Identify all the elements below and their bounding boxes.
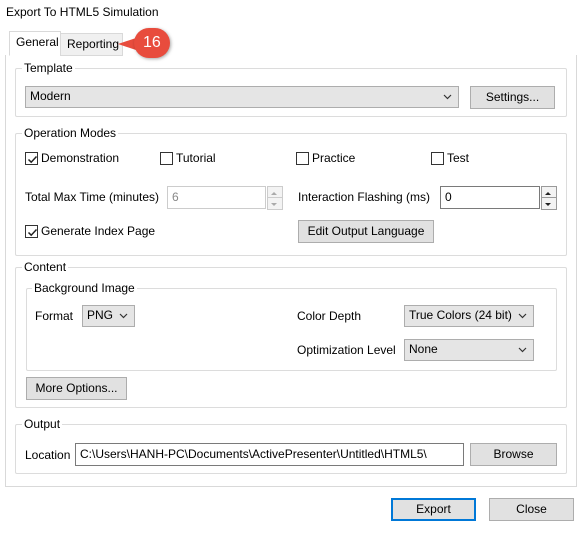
tab-reporting[interactable]: Reporting	[60, 33, 123, 56]
demonstration-label[interactable]: Demonstration	[41, 151, 119, 165]
generate-index-checkbox[interactable]	[25, 225, 38, 238]
format-select[interactable]: PNG	[82, 305, 135, 327]
output-group-title: Output	[22, 417, 63, 431]
test-label[interactable]: Test	[447, 151, 469, 165]
total-max-time-label: Total Max Time (minutes)	[25, 190, 160, 204]
edit-output-language-button[interactable]: Edit Output Language	[298, 220, 434, 243]
template-select-value: Modern	[30, 89, 71, 103]
demonstration-checkbox[interactable]	[25, 152, 38, 165]
format-select-value: PNG	[87, 308, 114, 322]
chevron-down-icon	[119, 313, 128, 319]
template-select[interactable]: Modern	[25, 86, 459, 108]
color-depth-label: Color Depth	[297, 309, 362, 323]
background-image-group-title: Background Image	[32, 281, 137, 295]
chevron-down-icon	[443, 94, 452, 100]
total-max-time-input[interactable]: 6	[167, 186, 266, 209]
optimization-level-select[interactable]: None	[404, 339, 534, 361]
callout-badge: 16	[134, 28, 170, 58]
more-options-button[interactable]: More Options...	[26, 377, 127, 400]
template-group-title: Template	[22, 61, 75, 75]
export-button[interactable]: Export	[391, 498, 476, 521]
interaction-flashing-input[interactable]: 0	[440, 186, 540, 209]
chevron-down-icon	[518, 347, 527, 353]
tutorial-label[interactable]: Tutorial	[176, 151, 216, 165]
interaction-flashing-label: Interaction Flashing (ms)	[298, 190, 431, 204]
total-max-time-spinner[interactable]	[267, 186, 283, 210]
settings-button[interactable]: Settings...	[470, 86, 555, 109]
window-title: Export To HTML5 Simulation	[6, 5, 159, 19]
practice-checkbox[interactable]	[296, 152, 309, 165]
tab-general[interactable]: General	[9, 31, 61, 56]
generate-index-label[interactable]: Generate Index Page	[41, 224, 155, 238]
operation-modes-group-title: Operation Modes	[22, 126, 119, 140]
interaction-flashing-spinner[interactable]	[541, 186, 557, 210]
content-group-title: Content	[22, 260, 69, 274]
browse-button[interactable]: Browse	[470, 443, 557, 466]
checkmark-icon	[27, 155, 38, 164]
format-label: Format	[35, 309, 74, 323]
optimization-level-label: Optimization Level	[297, 343, 396, 357]
color-depth-select-value: True Colors (24 bit)	[409, 308, 512, 322]
optimization-level-select-value: None	[409, 342, 438, 356]
test-checkbox[interactable]	[431, 152, 444, 165]
tutorial-checkbox[interactable]	[160, 152, 173, 165]
practice-label[interactable]: Practice	[312, 151, 355, 165]
spin-down-icon[interactable]	[541, 197, 557, 210]
checkmark-icon	[27, 228, 38, 237]
location-label: Location	[25, 448, 71, 462]
chevron-down-icon	[518, 313, 527, 319]
color-depth-select[interactable]: True Colors (24 bit)	[404, 305, 534, 327]
location-input[interactable]: C:\Users\HANH-PC\Documents\ActivePresent…	[75, 443, 464, 466]
close-button[interactable]: Close	[489, 498, 574, 521]
spin-down-icon[interactable]	[267, 197, 283, 210]
